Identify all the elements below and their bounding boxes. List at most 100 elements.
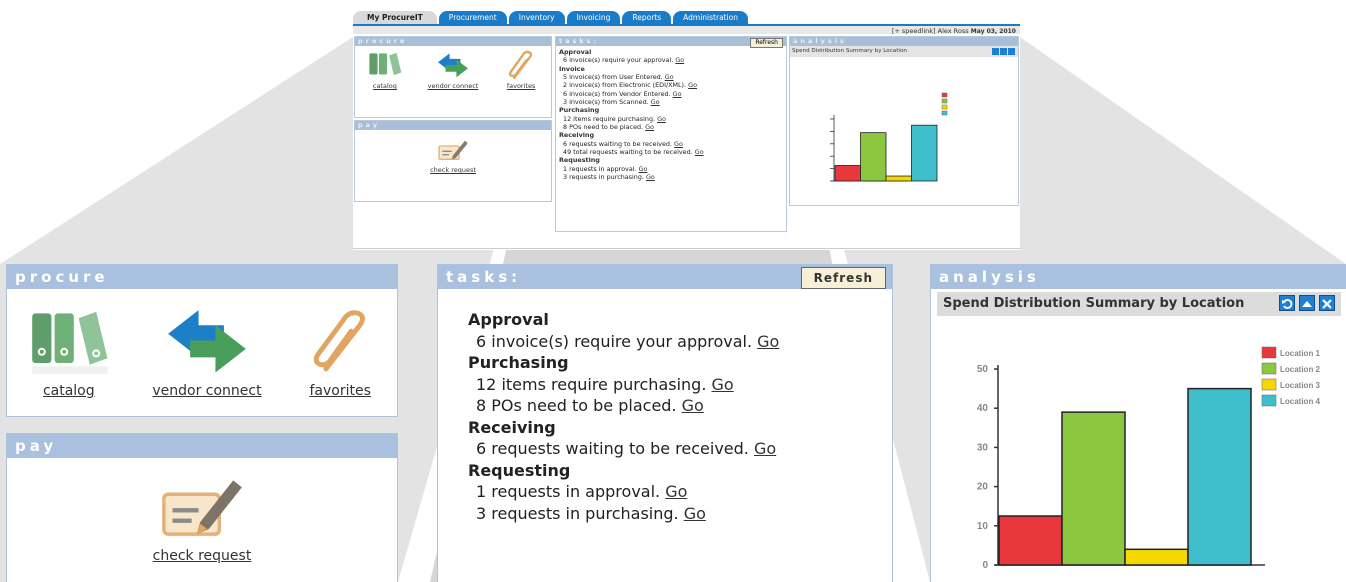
mini-task-group-heading: Invoice: [559, 64, 585, 73]
vendor-connect-link[interactable]: vendor connect: [152, 305, 262, 399]
mini-task-text: 6 requests waiting to be received.: [563, 139, 675, 148]
binders-icon: [369, 52, 402, 76]
mini-task-text: 3 invoice(s) from Scanned.: [563, 98, 651, 107]
mini-task-item: 3 requests in purchasing. Go: [559, 173, 783, 181]
mini-go-link[interactable]: Go: [646, 173, 655, 181]
go-link[interactable]: Go: [684, 504, 706, 523]
mini-go-link[interactable]: Go: [665, 73, 674, 81]
mini-catalog[interactable]: catalog: [368, 50, 402, 90]
mini-task-text: 3 requests in purchasing.: [563, 173, 646, 182]
tab-reports[interactable]: Reports: [622, 11, 672, 24]
mini-task-item: 1 requests in approval. Go: [559, 165, 783, 173]
legend-label: Location 3: [1280, 381, 1321, 390]
tab-my-procureit[interactable]: My ProcureIT: [353, 11, 437, 24]
mini-task-item: 8 POs need to be placed. Go: [559, 123, 783, 131]
mini-procure-panel: procure catalog vendor connect favorites: [354, 36, 552, 118]
mini-catalog-label[interactable]: catalog: [373, 82, 397, 90]
task-item: 12 items require purchasing. Go: [468, 374, 779, 396]
mini-task-item: 3 invoice(s) from Scanned. Go: [559, 98, 783, 106]
mini-task-group-heading: Requesting: [559, 156, 600, 165]
catalog-link[interactable]: catalog: [29, 305, 109, 399]
mini-go-link[interactable]: Go: [674, 140, 683, 148]
mini-bar-location-4: [911, 124, 938, 182]
refresh-icon[interactable]: [1279, 295, 1295, 311]
close-icon[interactable]: [1319, 295, 1335, 311]
task-text: 8 POs need to be placed.: [476, 396, 682, 415]
analysis-panel: analysis Spend Distribution Summary by L…: [930, 264, 1346, 582]
mini-favorites[interactable]: favorites: [504, 50, 538, 90]
tab-administration[interactable]: Administration: [673, 11, 749, 24]
mini-vendor-connect-label[interactable]: vendor connect: [428, 82, 479, 90]
pay-header: pay: [7, 434, 397, 458]
favorites-label[interactable]: favorites: [309, 383, 370, 399]
tasks-panel: tasks: Refresh Approval 6 invoice(s) requ…: [437, 264, 893, 582]
mini-refresh-button[interactable]: Refresh: [750, 38, 783, 48]
collapse-icon[interactable]: [1299, 295, 1315, 311]
refresh-button[interactable]: Refresh: [800, 267, 886, 289]
y-tick-label: 30: [977, 442, 989, 453]
mini-task-text: 49 total requests waiting to be received…: [563, 148, 695, 157]
bar-location-1: [998, 515, 1063, 566]
mini-go-link[interactable]: Go: [675, 56, 684, 64]
mini-vendor-connect[interactable]: vendor connect: [428, 50, 479, 90]
mini-collapse-icon[interactable]: [1000, 48, 1007, 55]
favorites-link[interactable]: favorites: [305, 305, 375, 399]
mini-page-divider: [353, 248, 1020, 249]
analysis-header: analysis: [931, 265, 1346, 289]
mini-task-text: 2 invoice(s) from Electronic (EDI/XML).: [563, 81, 689, 90]
mini-check-request[interactable]: check request: [355, 130, 551, 174]
arrows-icon: [438, 53, 468, 78]
task-text: 3 requests in purchasing.: [476, 503, 684, 523]
mini-favorites-label[interactable]: favorites: [507, 82, 536, 90]
mini-task-list: Approval 6 invoice(s) require your approv…: [556, 46, 786, 184]
speedlink-user[interactable]: [+ speedlink] Alex Ross: [892, 27, 969, 35]
mini-go-link[interactable]: Go: [651, 98, 660, 106]
user-bar: [+ speedlink] Alex Ross May 03, 2010: [353, 24, 1020, 35]
catalog-label[interactable]: catalog: [43, 383, 95, 399]
tab-inventory[interactable]: Inventory: [508, 11, 565, 24]
procure-panel: procure catalog vendor connect favorites: [6, 264, 398, 417]
tab-procurement[interactable]: Procurement: [438, 11, 507, 24]
mini-legend-swatch: [941, 104, 948, 110]
task-text: 12 items require purchasing.: [476, 374, 712, 394]
mini-go-link[interactable]: Go: [645, 123, 654, 131]
mini-task-item: 12 items require purchasing. Go: [559, 115, 783, 123]
go-link[interactable]: Go: [757, 332, 779, 351]
y-tick-label: 20: [977, 482, 989, 493]
mini-go-link[interactable]: Go: [639, 165, 648, 173]
legend-label: Location 4: [1280, 397, 1321, 406]
bar-location-4: [1187, 387, 1252, 566]
mini-go-link[interactable]: Go: [657, 115, 666, 123]
go-link[interactable]: Go: [712, 375, 734, 394]
check-pen-icon: [438, 140, 468, 160]
task-item: 8 POs need to be placed. Go: [468, 395, 779, 417]
mini-go-link[interactable]: Go: [673, 90, 682, 98]
mini-analysis-header: analysis: [790, 37, 1018, 46]
arrows-icon: [168, 310, 246, 373]
go-link[interactable]: Go: [665, 482, 687, 501]
task-text: 1 requests in approval.: [476, 482, 666, 501]
legend-label: Location 1: [1280, 349, 1321, 358]
check-request-label[interactable]: check request: [153, 548, 252, 564]
paperclip-icon: [508, 50, 533, 80]
go-link[interactable]: Go: [754, 439, 776, 458]
mini-go-link[interactable]: Go: [695, 148, 704, 156]
chart-title: Spend Distribution Summary by Location: [943, 296, 1245, 311]
vendor-connect-label[interactable]: vendor connect: [152, 383, 261, 399]
check-request-link[interactable]: check request: [7, 458, 397, 564]
mini-go-link[interactable]: Go: [688, 81, 697, 89]
mini-pay-panel: pay check request: [354, 120, 552, 202]
tab-invoicing[interactable]: Invoicing: [566, 11, 621, 24]
mini-close-icon[interactable]: [1008, 48, 1015, 55]
bar-location-3: [1124, 548, 1189, 566]
mini-refresh-icon[interactable]: [992, 48, 999, 55]
mini-task-text: 12 items require purchasing.: [563, 114, 658, 123]
legend-label: Location 2: [1280, 365, 1321, 374]
y-tick-label: 50: [977, 364, 989, 375]
chart-title-bar: Spend Distribution Summary by Location: [937, 292, 1341, 316]
go-link[interactable]: Go: [682, 396, 704, 415]
mini-task-item: 6 invoice(s) from Vendor Entered. Go: [559, 90, 783, 98]
mini-task-text: 8 POs need to be placed.: [563, 123, 646, 132]
mini-check-request-label[interactable]: check request: [430, 166, 476, 174]
mini-task-text: 1 requests in approval.: [563, 164, 639, 173]
